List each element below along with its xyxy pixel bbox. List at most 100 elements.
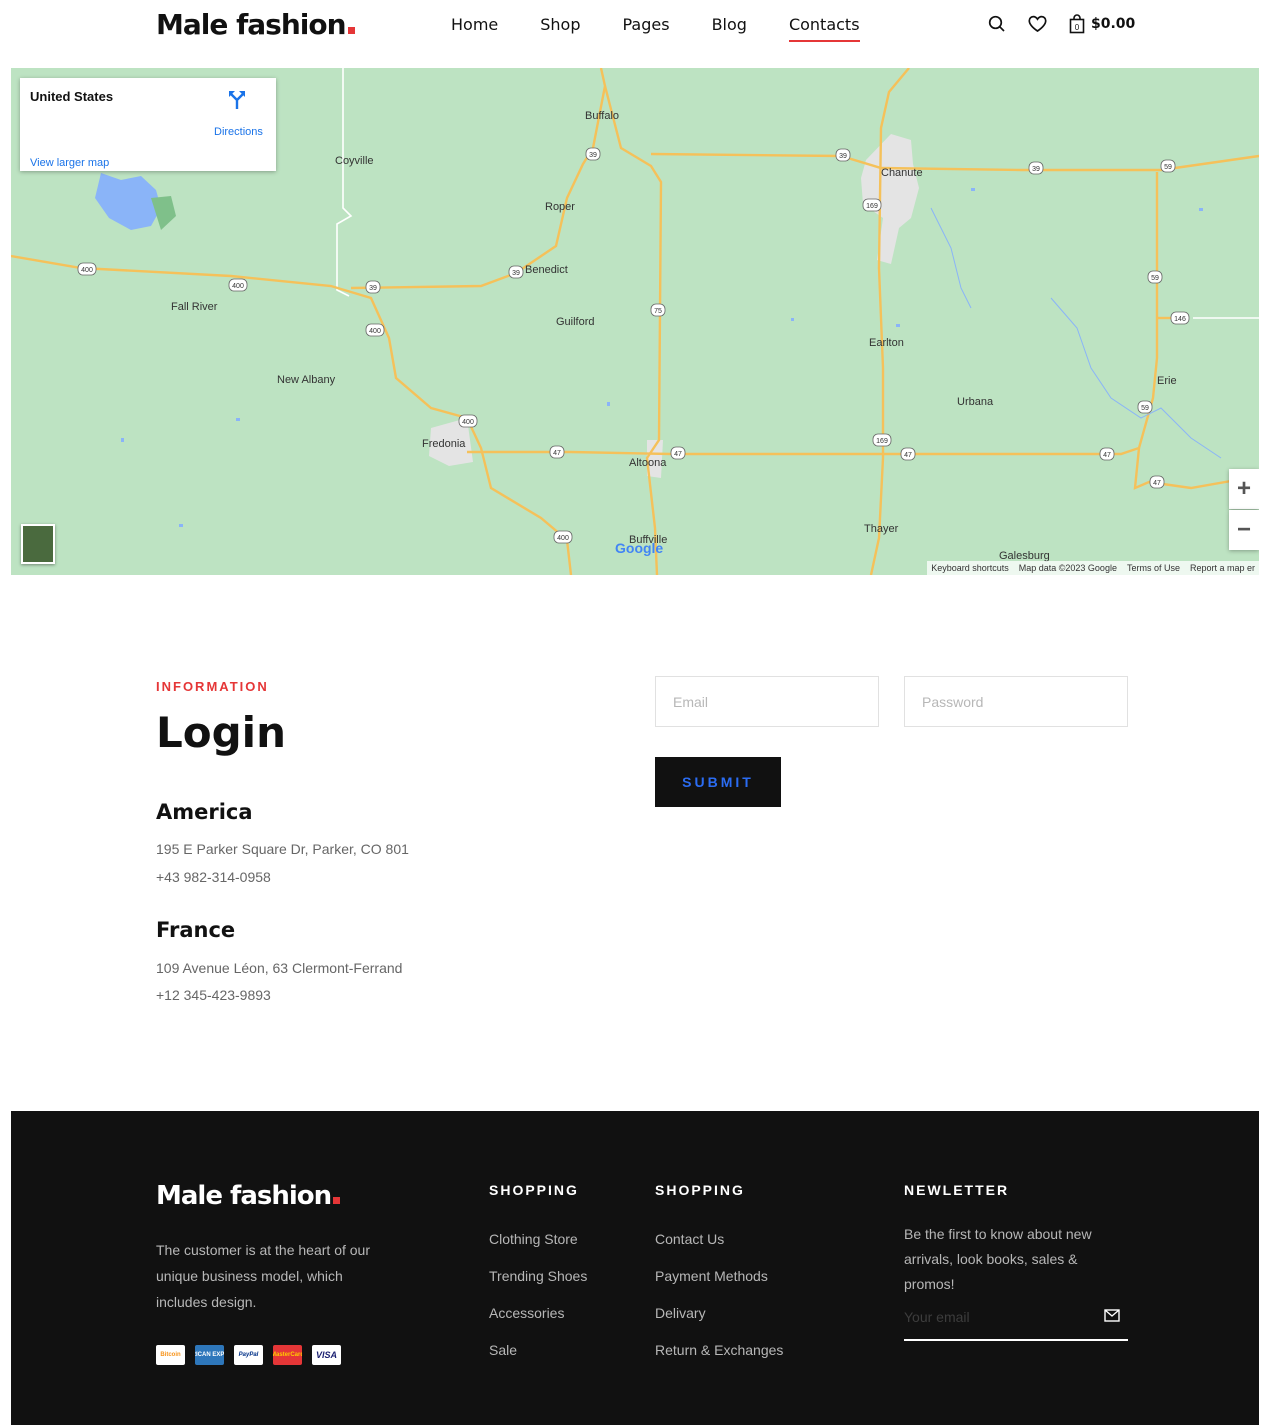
svg-text:47: 47 [1103,452,1111,459]
page-title: Login [156,708,286,757]
svg-text:39: 39 [839,153,847,160]
password-field[interactable] [904,676,1128,727]
map-card-title: United States [30,89,114,104]
svg-text:59: 59 [1141,405,1149,412]
footer-description: The customer is at the heart of our uniq… [156,1242,370,1310]
route-shield: 59 [1147,270,1163,284]
keyboard-shortcuts-link[interactable]: Keyboard shortcuts [931,563,1009,573]
place-buffalo: Buffalo [585,110,620,122]
route-shield: 39 [1028,161,1044,175]
site-footer: Male fashion The customer is at the hear… [11,1111,1259,1425]
section-label: INFORMATION [156,679,269,694]
svg-text:39: 39 [1032,166,1040,173]
place-chanute: Chanute [881,167,923,179]
route-shield: 47 [900,447,916,461]
directions-icon[interactable] [228,90,246,115]
nav-pages[interactable]: Pages [623,15,670,42]
newsletter-email-input[interactable] [904,1305,1094,1329]
site-header: Male fashion Home Shop Pages Blog Contac… [0,0,1262,68]
satellite-toggle[interactable] [21,524,55,564]
svg-text:400: 400 [369,328,381,335]
map-zoom-in-button[interactable]: + [1229,469,1259,509]
route-shield: 59 [1160,159,1176,173]
route-shield: 47 [1099,447,1115,461]
submit-button[interactable]: SUBMIT [655,757,781,807]
region-title-america: America [156,800,253,824]
map-footer: Keyboard shortcuts Map data ©2023 Google… [927,561,1259,575]
footer-col1-title: SHOPPING [489,1182,579,1198]
place-fredonia: Fredonia [422,438,466,450]
route-shield: 169 [862,198,882,212]
mastercard-icon: MasterCard [273,1345,302,1365]
view-larger-map-link[interactable]: View larger map [30,157,109,169]
footer-logo[interactable]: Male fashion [156,1181,341,1211]
address-france: 109 Avenue Léon, 63 Clermont-Ferrand [156,960,403,976]
paypal-icon: PayPal [234,1345,263,1365]
svg-text:59: 59 [1151,275,1159,282]
route-shield: 47 [1149,475,1165,489]
place-guilford: Guilford [556,316,595,328]
footer-col1-list: Clothing Store Trending Shoes Accessorie… [489,1230,587,1378]
embedded-map[interactable]: 39 39 39 39 39 59 59 59 146 169 169 400 400 400 400 400… [11,68,1259,575]
svg-text:47: 47 [553,450,561,457]
route-shield: 400 [77,262,97,276]
envelope-icon[interactable] [1104,1309,1120,1327]
svg-text:75: 75 [654,308,662,315]
svg-text:0: 0 [1075,23,1080,32]
place-erie: Erie [1157,375,1177,387]
route-shield: 39 [365,280,381,294]
footer-link[interactable]: Return & Exchanges [655,1341,783,1378]
logo-dot [347,27,355,34]
map-data-text: Map data ©2023 Google [1018,563,1117,573]
heart-icon[interactable] [1028,15,1047,33]
directions-link[interactable]: Directions [214,126,263,138]
svg-text:169: 169 [866,203,878,210]
footer-col2-list: Contact Us Payment Methods Delivary Retu… [655,1230,783,1378]
nav-blog[interactable]: Blog [712,15,747,42]
footer-col2-title: SHOPPING [655,1182,745,1198]
footer-link[interactable]: Contact Us [655,1230,783,1267]
phone-france: +12 345-423-9893 [156,987,271,1003]
footer-link[interactable]: Accessories [489,1304,587,1341]
nav-home[interactable]: Home [451,15,498,42]
route-shield: 146 [1170,311,1190,325]
route-shield: 39 [835,148,851,162]
svg-text:39: 39 [369,285,377,292]
route-shield: 400 [553,530,573,544]
svg-text:47: 47 [674,451,682,458]
terms-of-use-link[interactable]: Terms of Use [1127,563,1180,573]
email-field[interactable] [655,676,879,727]
route-shield: 47 [549,445,565,459]
route-shield: 39 [508,265,524,279]
newsletter-title: NEWLETTER [904,1182,1010,1198]
svg-text:47: 47 [904,452,912,459]
bitcoin-icon: Bitcoin [156,1345,185,1365]
map-zoom-out-button[interactable]: − [1229,510,1259,550]
region-title-france: France [156,918,236,942]
payment-methods: Bitcoin AMERICAN EXPRESS PayPal MasterCa… [156,1345,341,1365]
visa-icon: VISA [312,1345,341,1365]
nav-contacts[interactable]: Contacts [788,15,860,42]
route-shield: 47 [670,446,686,460]
footer-link[interactable]: Clothing Store [489,1230,587,1267]
cart[interactable]: 0 $0.00 [1069,14,1135,34]
footer-link[interactable]: Sale [489,1341,587,1378]
site-logo[interactable]: Male fashion [156,8,355,41]
place-coyville: Coyville [335,155,374,167]
nav-shop[interactable]: Shop [540,15,580,42]
route-shield: 400 [365,323,385,337]
search-icon[interactable] [988,15,1006,33]
svg-text:400: 400 [462,419,474,426]
route-shield: 59 [1137,400,1153,414]
route-shield: 39 [585,147,601,161]
footer-link[interactable]: Payment Methods [655,1267,783,1304]
svg-text:39: 39 [589,152,597,159]
footer-link[interactable]: Trending Shoes [489,1267,587,1304]
footer-link[interactable]: Delivary [655,1304,783,1341]
route-shield: 169 [872,433,892,447]
report-map-error-link[interactable]: Report a map er [1190,563,1255,573]
header-icons: 0 $0.00 [988,14,1135,34]
google-logo: Google [615,540,664,556]
lake [95,173,161,230]
place-thayer: Thayer [864,523,899,535]
